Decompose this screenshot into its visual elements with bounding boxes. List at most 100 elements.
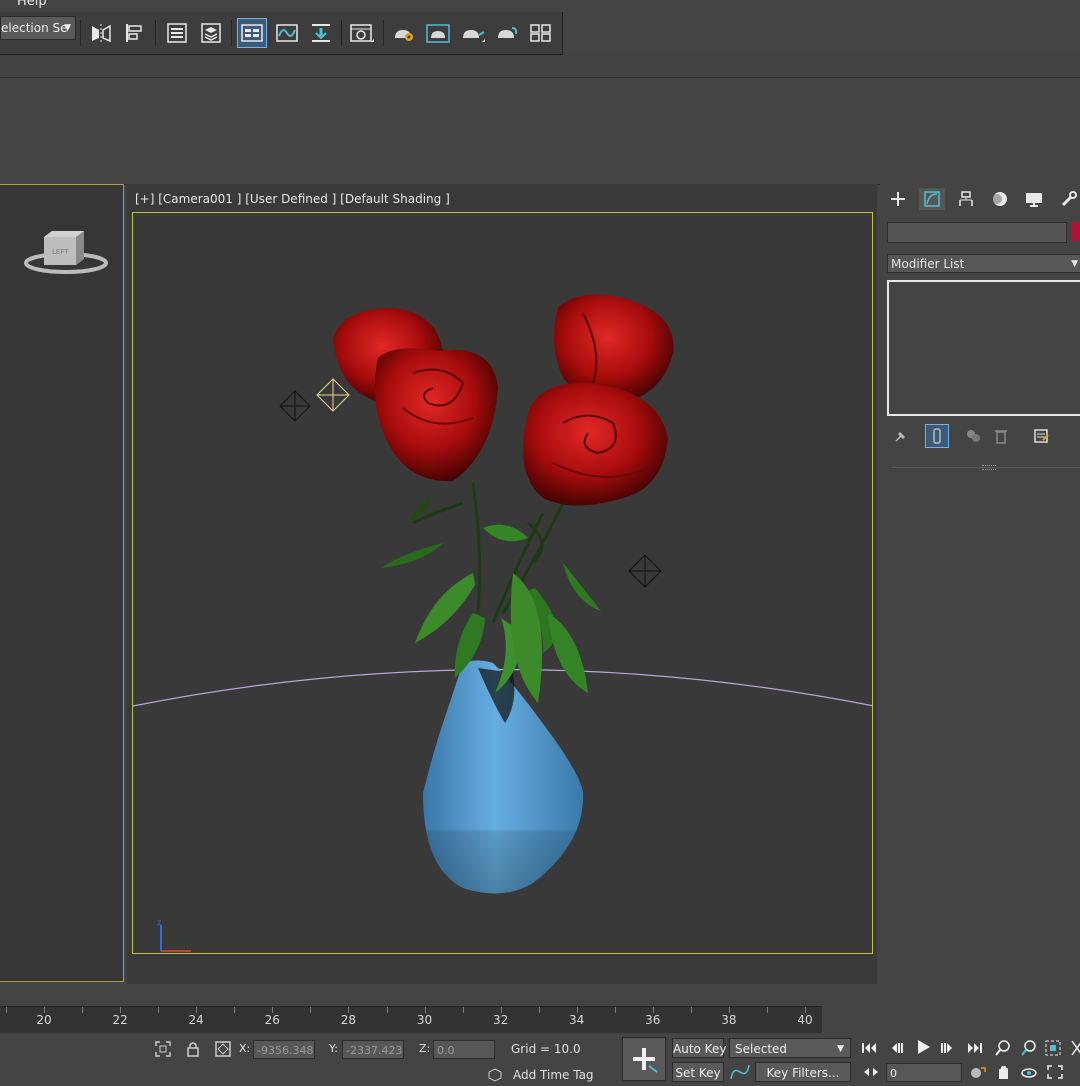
play-button[interactable] — [912, 1036, 934, 1058]
material-editor-button[interactable] — [347, 18, 377, 48]
modifier-list-label: Modifier List — [891, 257, 965, 271]
create-icon — [891, 192, 905, 206]
configure-modifier-sets-button[interactable] — [1029, 424, 1053, 448]
key-tangent-icon[interactable] — [729, 1063, 751, 1081]
zoom-all-icon — [1021, 1040, 1036, 1056]
object-name-field[interactable] — [887, 222, 1067, 243]
timeline-tick — [120, 1007, 122, 1013]
zoom-button[interactable] — [992, 1037, 1014, 1059]
go-to-end-button[interactable] — [964, 1037, 986, 1059]
previous-frame-button[interactable] — [886, 1037, 908, 1059]
status-bar: X: -9356.348 Y: -2337.423 Z: 0.0 Grid = … — [0, 1033, 1080, 1082]
tab-modify[interactable] — [919, 188, 945, 210]
selection-set-label: election Se — [1, 21, 68, 35]
svg-text:z: z — [157, 918, 161, 927]
chevron-down-icon: ▼ — [64, 23, 71, 33]
absolute-offset-toggle[interactable] — [212, 1038, 234, 1060]
make-unique-button[interactable] — [962, 424, 986, 448]
timeline-frame-number: 24 — [188, 1013, 204, 1027]
curve-editor-button[interactable] — [272, 18, 302, 48]
tab-motion[interactable] — [987, 188, 1013, 210]
key-filters-button[interactable]: Key Filters... — [755, 1062, 851, 1082]
key-icon — [633, 1048, 658, 1073]
go-to-start-button[interactable] — [858, 1037, 880, 1059]
timeline-tick — [272, 1007, 274, 1013]
zoom-extents-all-icon — [1071, 1040, 1080, 1056]
render-setup-button[interactable] — [389, 18, 419, 48]
toggle-ribbon-icon — [241, 24, 263, 42]
timeline-tick — [652, 1007, 654, 1013]
render-iterative-button[interactable] — [492, 18, 522, 48]
mirror-button[interactable] — [86, 18, 116, 48]
tab-display[interactable] — [1021, 188, 1047, 210]
timeline-frame-number: 30 — [416, 1013, 433, 1027]
render-production-button[interactable] — [458, 18, 488, 48]
isolate-selection-button[interactable] — [152, 1038, 174, 1060]
orbit-icon — [1021, 1068, 1037, 1078]
modifier-list-dropdown[interactable]: Modifier List ▼ — [887, 254, 1080, 273]
utilities-icon — [1061, 191, 1077, 207]
timeline-frame-number: 28 — [340, 1013, 357, 1027]
light-helper-left — [279, 390, 311, 422]
x-coordinate-field[interactable]: -9356.348 — [253, 1040, 315, 1059]
chevron-down-icon: ▼ — [837, 1044, 844, 1054]
schematic-view-button[interactable] — [306, 18, 336, 48]
secondary-toolbar-strip — [0, 55, 1080, 78]
object-color-swatch[interactable] — [1072, 222, 1080, 241]
timeline-tick — [538, 1007, 540, 1013]
selection-lock-toggle[interactable] — [182, 1038, 204, 1060]
set-key-button[interactable]: Set Key — [672, 1062, 724, 1082]
zoom-extents-icon — [1045, 1040, 1061, 1056]
next-frame-icon — [941, 1043, 952, 1053]
scene-explorer-button[interactable] — [162, 18, 192, 48]
timeline-tick — [767, 1007, 768, 1013]
tab-utilities[interactable] — [1056, 188, 1080, 210]
remove-modifier-button[interactable] — [989, 424, 1013, 448]
viewcube-icon[interactable]: LEFT — [22, 223, 112, 277]
timeline-frame-number: 40 — [797, 1013, 813, 1027]
camera-viewport[interactable]: z — [132, 212, 873, 954]
tab-create[interactable] — [885, 188, 911, 210]
tab-hierarchy[interactable] — [953, 188, 979, 210]
set-keys-button[interactable] — [622, 1037, 666, 1081]
auto-key-button[interactable]: Auto Key — [672, 1038, 726, 1058]
panel-grip-handle[interactable] — [982, 465, 996, 470]
track-bar[interactable]: 20 22 24 26 28 30 32 34 36 38 40 — [0, 1006, 822, 1033]
zoom-all-button[interactable] — [1018, 1037, 1040, 1059]
mirror-icon — [92, 24, 111, 43]
pin-stack-button[interactable] — [889, 424, 913, 448]
viewport-label-menu[interactable]: [+] [Camera001 ] [User Defined ] [Defaul… — [135, 192, 450, 206]
timeline-tick — [158, 1007, 160, 1013]
current-frame-field[interactable]: 0 — [886, 1063, 962, 1082]
render-in-cloud-button[interactable] — [526, 18, 556, 48]
menu-help[interactable]: Help — [17, 0, 47, 9]
configure-icon — [1034, 429, 1049, 443]
track-bar-end — [822, 1006, 878, 1032]
show-end-result-button[interactable] — [925, 424, 949, 448]
viewcube-face-label: LEFT — [52, 248, 69, 256]
pan-hand-icon — [999, 1065, 1008, 1079]
zoom-extents-all-button[interactable] — [1066, 1037, 1080, 1059]
key-mode-dropdown[interactable]: Selected ▼ — [729, 1038, 851, 1058]
zoom-extents-button[interactable] — [1043, 1037, 1065, 1059]
motion-icon — [992, 192, 1007, 206]
timeline-frame-number: 34 — [569, 1013, 585, 1027]
timeline-tick — [424, 1007, 426, 1013]
modifier-stack[interactable] — [887, 280, 1080, 416]
timeline-tick — [500, 1007, 502, 1013]
named-selection-set-dropdown[interactable]: election Se ▼ — [0, 16, 76, 40]
light-helper-selected — [316, 378, 350, 412]
trash-icon — [995, 430, 1007, 444]
y-coordinate-field[interactable]: -2337.423 — [342, 1040, 404, 1059]
timeline-frame-number: 32 — [492, 1013, 509, 1027]
maximize-viewport-icon — [1047, 1065, 1063, 1079]
scene-render: z — [133, 294, 872, 952]
x-label: X: — [239, 1042, 251, 1055]
next-frame-button[interactable] — [936, 1037, 958, 1059]
align-button[interactable] — [120, 18, 150, 48]
toggle-ribbon-button[interactable] — [237, 18, 267, 48]
left-viewport[interactable]: LEFT — [0, 184, 124, 982]
layer-explorer-button[interactable] — [196, 18, 226, 48]
rendered-frame-window-button[interactable] — [423, 18, 453, 48]
z-coordinate-field[interactable]: 0.0 — [433, 1040, 495, 1059]
